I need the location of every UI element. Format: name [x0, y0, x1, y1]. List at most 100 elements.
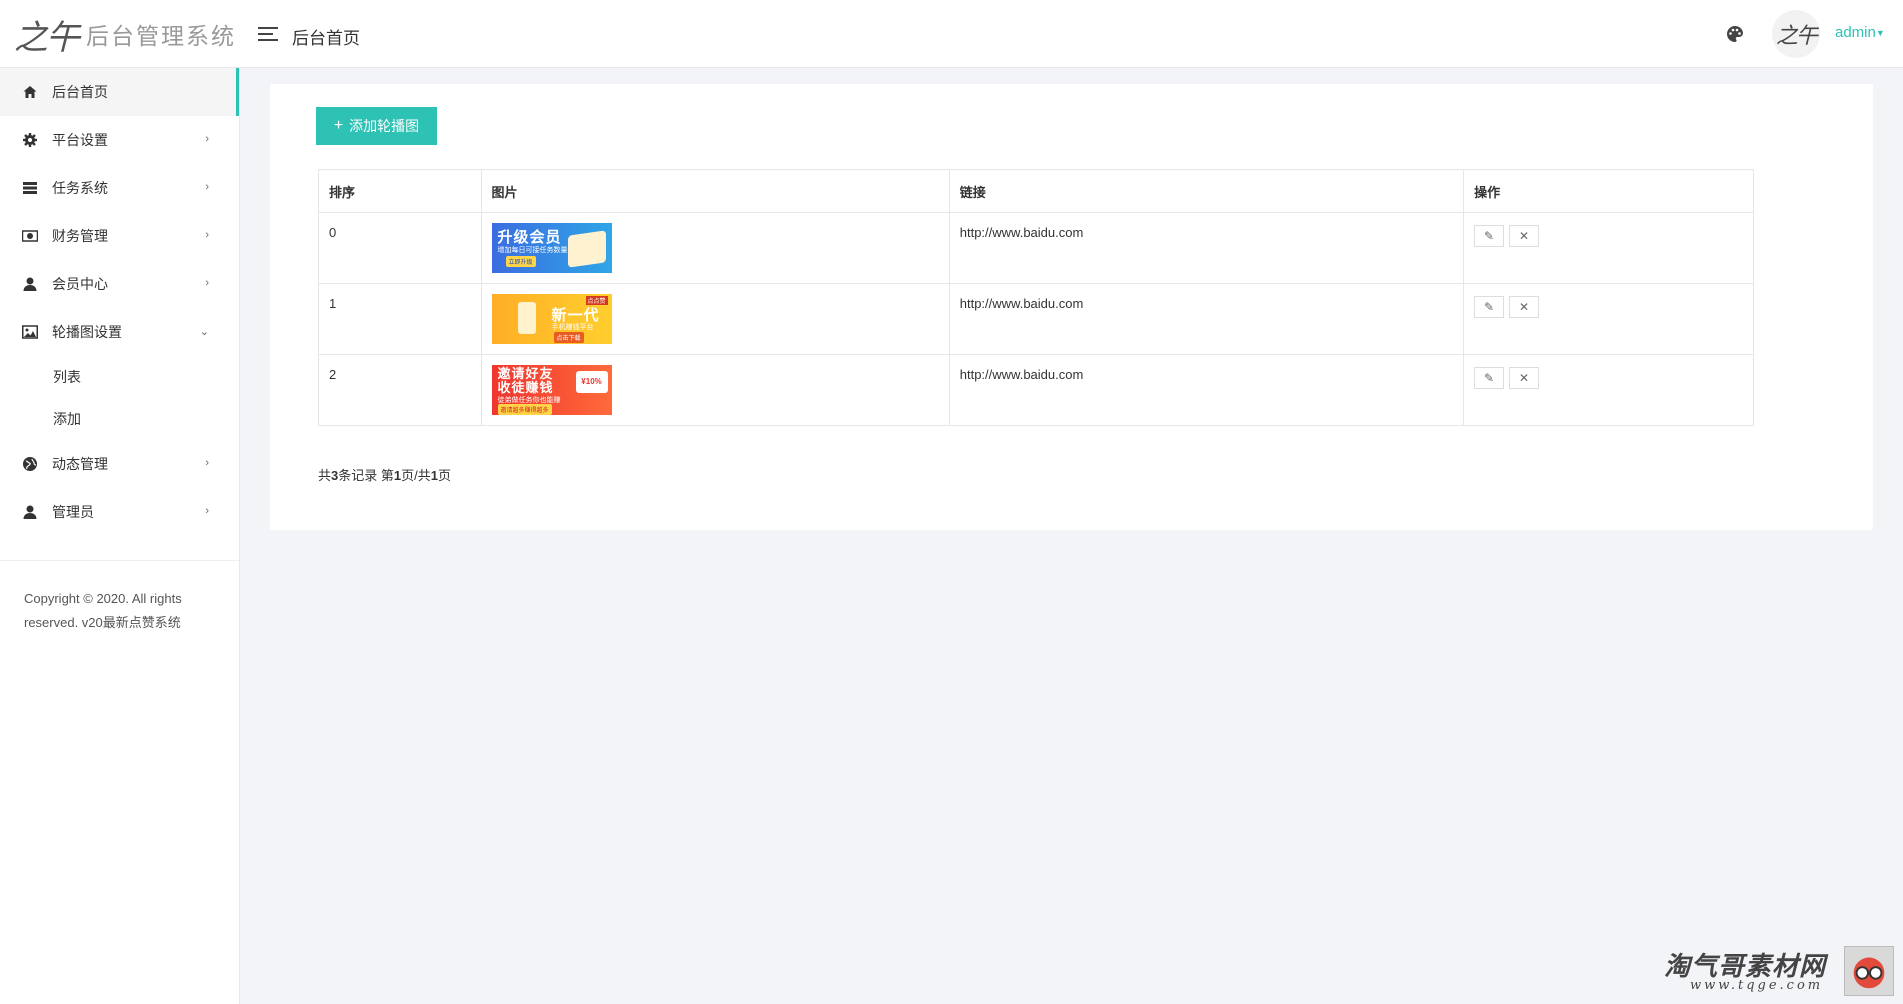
link-cell: http://www.baidu.com [948, 212, 1465, 284]
gear-icon [23, 133, 37, 147]
server-icon [23, 182, 37, 194]
pencil-icon: ✎ [1484, 300, 1495, 314]
banner-title: 升级会员 [497, 229, 562, 246]
table-row: 1 点点赞 新一代 手机赚钱平台 点击下载 http://www.baidu.c… [318, 283, 1754, 355]
banner-decoration [567, 230, 606, 268]
user-icon [23, 505, 37, 519]
watermark: 淘气哥素材网 www.tqge.com [1660, 944, 1896, 1000]
sidebar-subitem-list[interactable]: 列表 [0, 356, 239, 398]
image-cell: 升级会员 增加每日可接任务数量 立即升级 [480, 212, 950, 284]
sidebar-subitem-add[interactable]: 添加 [0, 398, 239, 440]
order-cell: 2 [318, 354, 482, 426]
chevron-right-icon: › [205, 181, 209, 193]
banner-subtitle: 增加每日可接任务数量 [497, 247, 568, 254]
banner-tag: 邀请越多赚得越多 [497, 404, 552, 415]
pager-text: 页/共 [401, 468, 431, 483]
avatar[interactable]: 之午 [1772, 10, 1820, 58]
plus-icon: + [333, 117, 344, 134]
pager-text: 共 [318, 468, 332, 483]
watermark-url: www.tqge.com [1690, 978, 1824, 993]
sidebar-item-label: 后台首页 [52, 84, 108, 100]
money-icon [22, 230, 38, 242]
banner-title: 邀请好友 收徒赚钱 [497, 366, 554, 395]
sidebar: 后台首页 平台设置 › 任务系统 › 财务管理 › 会员中心 › 轮播图设置 ⌄… [0, 68, 240, 1004]
top-bar: 之午 后台管理系统 后台首页 之午 admin▼ [0, 0, 1903, 68]
sidebar-item-label: 会员中心 [52, 276, 108, 292]
sidebar-item-task-system[interactable]: 任务系统 › [0, 164, 239, 212]
delete-button[interactable]: ✕ [1509, 367, 1540, 389]
link-cell: http://www.baidu.com [948, 283, 1465, 355]
column-header-order: 排序 [318, 169, 482, 213]
close-icon: ✕ [1519, 371, 1530, 385]
sidebar-divider [0, 560, 239, 561]
image-icon [22, 325, 38, 339]
table-header-row: 排序 图片 链接 操作 [318, 169, 1754, 213]
carousel-table: 排序 图片 链接 操作 0 升级会员 增加每日可接任务数量 立即升级 http:… [318, 169, 1754, 426]
sidebar-item-home[interactable]: 后台首页 [0, 68, 239, 116]
image-cell: ¥10% 邀请好友 收徒赚钱 徒弟做任务你也能赚 邀请越多赚得越多 [480, 354, 950, 426]
chevron-right-icon: › [205, 457, 209, 469]
add-carousel-button[interactable]: + 添加轮播图 [316, 107, 437, 145]
watermark-logo-icon [1844, 946, 1894, 996]
order-cell: 0 [318, 212, 482, 284]
pager-text: 页 [437, 468, 451, 483]
pencil-icon: ✎ [1484, 229, 1495, 243]
chevron-right-icon: › [205, 133, 209, 145]
edit-button[interactable]: ✎ [1474, 225, 1505, 247]
add-carousel-label: 添加轮播图 [349, 118, 420, 134]
pager-text: 条记录 第 [338, 468, 394, 483]
edit-button[interactable]: ✎ [1474, 296, 1505, 318]
username-label: admin [1835, 24, 1876, 41]
sidebar-item-carousel-settings[interactable]: 轮播图设置 ⌄ [0, 308, 239, 356]
menu-toggle-icon[interactable] [258, 26, 278, 42]
banner-subtitle: 手机赚钱平台 [551, 324, 594, 331]
sidebar-item-platform-settings[interactable]: 平台设置 › [0, 116, 239, 164]
edit-button[interactable]: ✎ [1474, 367, 1505, 389]
content-card: + 添加轮播图 排序 图片 链接 操作 0 升级会员 增加每日可接任务数量 立即… [270, 84, 1873, 530]
sidebar-item-member-center[interactable]: 会员中心 › [0, 260, 239, 308]
order-cell: 1 [318, 283, 482, 355]
home-icon [23, 86, 37, 98]
logo-text: 后台管理系统 [86, 23, 236, 49]
pencil-icon: ✎ [1484, 371, 1495, 385]
banner-thumbnail[interactable]: 点点赞 新一代 手机赚钱平台 点击下载 [491, 294, 612, 344]
link-cell: http://www.baidu.com [948, 354, 1465, 426]
actions-cell: ✎ ✕ [1463, 283, 1754, 355]
delete-button[interactable]: ✕ [1509, 296, 1540, 318]
column-header-link: 链接 [948, 169, 1465, 213]
sidebar-item-label: 任务系统 [52, 180, 108, 196]
page-title: 后台首页 [292, 29, 360, 48]
pagination-summary: 共3条记录 第1页/共1页 [318, 465, 451, 484]
banner-thumbnail[interactable]: ¥10% 邀请好友 收徒赚钱 徒弟做任务你也能赚 邀请越多赚得越多 [491, 365, 612, 415]
image-cell: 点点赞 新一代 手机赚钱平台 点击下载 [480, 283, 950, 355]
copyright-text: Copyright © 2020. All rights reserved. v… [24, 591, 182, 630]
user-menu[interactable]: admin▼ [1835, 24, 1885, 41]
globe-icon [23, 457, 37, 471]
column-header-image: 图片 [480, 169, 950, 213]
table-row: 0 升级会员 增加每日可接任务数量 立即升级 http://www.baidu.… [318, 212, 1754, 284]
sidebar-item-dynamic[interactable]: 动态管理 › [0, 440, 239, 488]
chevron-down-icon: ⌄ [199, 326, 209, 338]
chevron-right-icon: › [205, 277, 209, 289]
app-logo[interactable]: 之午 后台管理系统 [14, 14, 236, 58]
sidebar-item-finance[interactable]: 财务管理 › [0, 212, 239, 260]
sidebar-item-admin[interactable]: 管理员 › [0, 488, 239, 536]
chevron-right-icon: › [205, 505, 209, 517]
chevron-right-icon: › [205, 229, 209, 241]
close-icon: ✕ [1519, 300, 1530, 314]
sidebar-item-label: 管理员 [52, 504, 94, 520]
close-icon: ✕ [1519, 229, 1530, 243]
banner-decoration [517, 302, 536, 334]
delete-button[interactable]: ✕ [1509, 225, 1540, 247]
table-row: 2 ¥10% 邀请好友 收徒赚钱 徒弟做任务你也能赚 邀请越多赚得越多 http… [318, 354, 1754, 426]
palette-icon[interactable] [1725, 24, 1745, 44]
banner-tag: 点击下载 [553, 332, 584, 343]
column-header-actions: 操作 [1463, 169, 1754, 213]
logo-mark: 之午 [14, 17, 80, 58]
banner-tag: 立即升级 [505, 256, 536, 267]
user-icon [23, 277, 37, 291]
actions-cell: ✎ ✕ [1463, 212, 1754, 284]
banner-thumbnail[interactable]: 升级会员 增加每日可接任务数量 立即升级 [491, 223, 612, 273]
sidebar-item-label: 动态管理 [52, 456, 108, 472]
pager-total-pages: 1 [430, 468, 438, 483]
